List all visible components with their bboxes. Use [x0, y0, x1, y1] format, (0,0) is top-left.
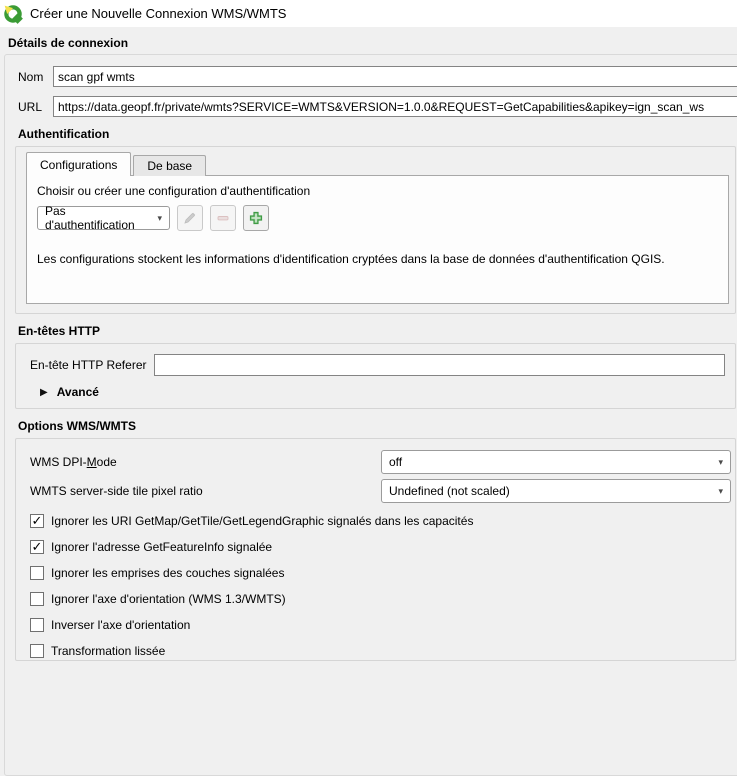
- wms-options-group: WMS DPI-Mode off ▾ WMTS server-side tile…: [15, 438, 736, 661]
- auth-tabbar: Configurations De base: [26, 152, 735, 177]
- url-field-row: URL: [18, 96, 737, 117]
- window-title: Créer une Nouvelle Connexion WMS/WMTS: [30, 6, 287, 21]
- checkbox-label: Ignorer les URI GetMap/GetTile/GetLegend…: [51, 514, 474, 528]
- ignore-getmap-uri-checkbox[interactable]: ✓: [30, 514, 44, 528]
- wms-options-group-header: Options WMS/WMTS: [18, 419, 136, 433]
- referer-input[interactable]: [154, 354, 725, 376]
- name-input[interactable]: [53, 66, 737, 87]
- checkbox-row-smooth-transform: ✓ Transformation lissée: [30, 638, 731, 664]
- checkbox-row-ignore-getfeatureinfo: ✓ Ignorer l'adresse GetFeatureInfo signa…: [30, 534, 731, 560]
- auth-group-header: Authentification: [18, 127, 110, 141]
- auth-group: Configurations De base Choisir ou créer …: [15, 146, 736, 314]
- checkbox-label: Inverser l'axe d'orientation: [51, 618, 191, 632]
- name-field-row: Nom: [18, 66, 737, 87]
- url-input[interactable]: [53, 96, 737, 117]
- auth-config-select-value: Pas d'authentification: [45, 204, 135, 232]
- tile-ratio-label: WMTS server-side tile pixel ratio: [30, 484, 203, 498]
- add-config-button[interactable]: [243, 205, 269, 231]
- auth-choose-label: Choisir ou créer une configuration d'aut…: [37, 184, 311, 198]
- dpi-mode-label: WMS DPI-Mode: [30, 455, 117, 469]
- ignore-layer-extents-checkbox[interactable]: ✓: [30, 566, 44, 580]
- dpi-mode-select[interactable]: off ▾: [381, 450, 731, 474]
- chevron-down-icon: ▾: [718, 456, 723, 467]
- plus-icon: [249, 211, 263, 225]
- auth-controls-row: Pas d'authentification ▾: [37, 204, 718, 232]
- checkbox-label: Ignorer l'axe d'orientation (WMS 1.3/WMT…: [51, 592, 286, 606]
- dpi-mode-row: WMS DPI-Mode off ▾: [30, 450, 731, 474]
- tile-ratio-select-value: Undefined (not scaled): [389, 484, 510, 498]
- http-headers-group-header: En-têtes HTTP: [18, 324, 101, 338]
- minus-icon: [217, 216, 229, 221]
- referer-label: En-tête HTTP Referer: [30, 358, 147, 372]
- advanced-label: Avancé: [56, 385, 99, 399]
- remove-config-button[interactable]: [210, 205, 236, 231]
- checkbox-label: Ignorer l'adresse GetFeatureInfo signalé…: [51, 540, 273, 554]
- name-label: Nom: [18, 69, 44, 84]
- checkbox-row-ignore-uri: ✓ Ignorer les URI GetMap/GetTile/GetLege…: [30, 508, 731, 534]
- ignore-axis-orientation-checkbox[interactable]: ✓: [30, 592, 44, 606]
- window-titlebar: Créer une Nouvelle Connexion WMS/WMTS: [0, 0, 737, 27]
- tab-de-base[interactable]: De base: [133, 155, 207, 176]
- checkbox-label: Transformation lissée: [51, 644, 166, 658]
- tile-ratio-select[interactable]: Undefined (not scaled) ▾: [381, 479, 731, 503]
- url-label: URL: [18, 99, 43, 114]
- auth-configurations-pane: Choisir ou créer une configuration d'aut…: [26, 175, 729, 304]
- ignore-getfeatureinfo-checkbox[interactable]: ✓: [30, 540, 44, 554]
- auth-config-select[interactable]: Pas d'authentification ▾: [37, 204, 170, 232]
- tab-configurations[interactable]: Configurations: [26, 152, 132, 177]
- checkbox-row-ignore-extents: ✓ Ignorer les emprises des couches signa…: [30, 560, 731, 586]
- collapsed-arrow-icon: ▶: [40, 386, 48, 398]
- smooth-pixmap-transform-checkbox[interactable]: ✓: [30, 644, 44, 658]
- chevron-down-icon: ▾: [718, 485, 723, 496]
- qgis-logo-icon: [4, 4, 23, 24]
- checkbox-row-invert-axis: ✓ Inverser l'axe d'orientation: [30, 612, 731, 638]
- pencil-icon: [184, 212, 196, 224]
- advanced-toggle[interactable]: ▶ Avancé: [40, 385, 725, 399]
- details-group-header: Détails de connexion: [8, 36, 129, 50]
- details-group: Nom URL Authentification Configurations …: [4, 54, 737, 776]
- tab-configurations-label: Configurations: [40, 157, 118, 172]
- edit-config-button[interactable]: [177, 205, 203, 231]
- invert-axis-orientation-checkbox[interactable]: ✓: [30, 618, 44, 632]
- check-icon: ✓: [31, 538, 43, 554]
- checkbox-row-ignore-axis: ✓ Ignorer l'axe d'orientation (WMS 1.3/W…: [30, 586, 731, 612]
- tile-ratio-row: WMTS server-side tile pixel ratio Undefi…: [30, 479, 731, 503]
- referer-row: En-tête HTTP Referer: [30, 354, 725, 376]
- tab-de-base-label: De base: [147, 159, 193, 173]
- check-icon: ✓: [31, 512, 43, 528]
- checkbox-label: Ignorer les emprises des couches signalé…: [51, 566, 285, 580]
- chevron-down-icon: ▾: [157, 212, 162, 223]
- auth-info-text: Les configurations stockent les informat…: [37, 252, 665, 266]
- dpi-mode-select-value: off: [389, 455, 403, 469]
- http-headers-group: En-tête HTTP Referer ▶ Avancé: [15, 343, 736, 409]
